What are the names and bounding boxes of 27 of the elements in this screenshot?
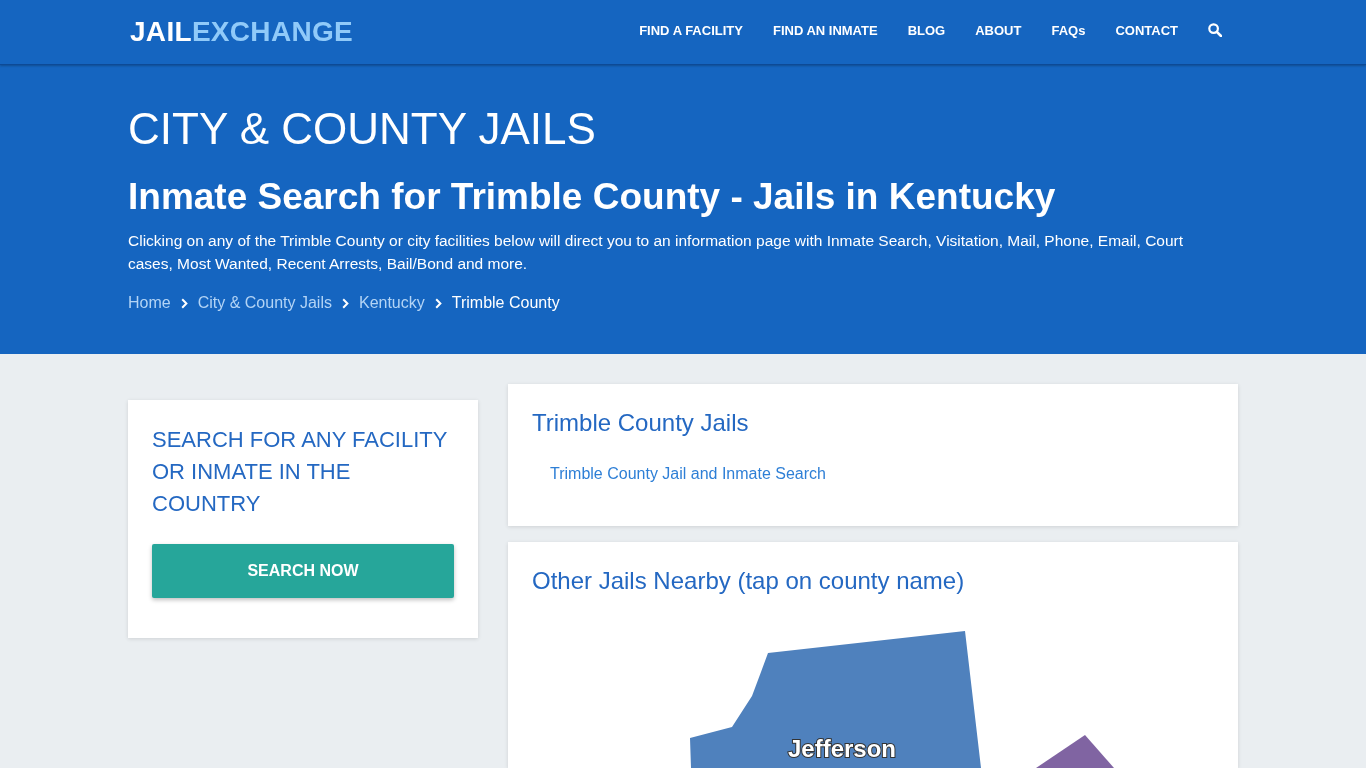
page-subtitle: Inmate Search for Trimble County - Jails in Kentucky [128, 175, 1057, 219]
card-title: Trimble County Jails [532, 408, 750, 437]
county-shape[interactable] [690, 631, 981, 768]
nav-link[interactable]: CONTACT [1115, 22, 1178, 38]
nav-link[interactable]: FIND AN INMATE [772, 22, 878, 38]
search-card-title: SEARCH FOR ANY FACILITY OR INMATE IN THE COUNTRY [152, 426, 449, 518]
jail-link[interactable]: Trimble County Jail and Inmate Search [550, 465, 826, 483]
chevron-icon [434, 297, 442, 309]
card-title: Other Jails Nearby (tap on county name) [532, 566, 966, 595]
county-shape[interactable] [1036, 735, 1114, 768]
breadcrumb-link[interactable]: Home [128, 294, 171, 312]
nav-link[interactable]: FIND A FACILITY [639, 22, 743, 38]
intro-text: Clicking on any of the Trimble County or city facilities below will direct you to an information page with Inmate Search, Visitation, Mail, Phone, Email, Court cases, Most Wanted, Recent Arrests, Bail/Bond and more. [128, 231, 1185, 274]
search-now-button[interactable]: SEARCH NOW [152, 544, 454, 598]
breadcrumb-link[interactable]: City & County Jails [197, 294, 332, 312]
county-label[interactable]: Jefferson [788, 735, 896, 762]
search-button[interactable] [1208, 23, 1222, 37]
site-logo[interactable]: JAILEXCHANGE [130, 16, 353, 48]
breadcrumb-link[interactable]: Kentucky [358, 294, 425, 312]
nav-link[interactable]: FAQs [1051, 22, 1086, 38]
nav-link[interactable]: ABOUT [975, 22, 1022, 38]
chevron-icon [180, 297, 188, 309]
chevron-icon [341, 297, 349, 309]
search-icon [1208, 23, 1222, 37]
breadcrumb-link[interactable]: Trimble County [451, 294, 560, 312]
page-title: CITY & COUNTY JAILS [128, 103, 597, 155]
nav-link[interactable]: BLOG [907, 22, 946, 38]
